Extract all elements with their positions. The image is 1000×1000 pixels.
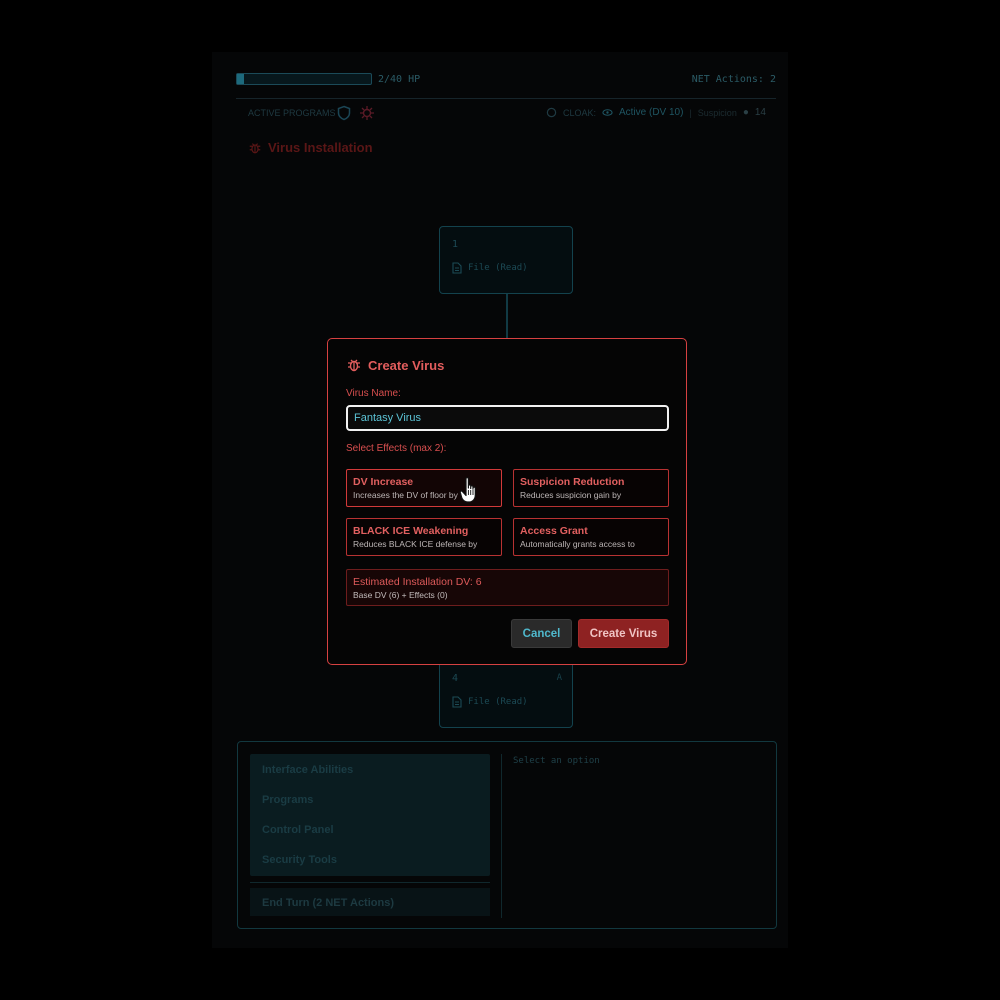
estimated-dv-box: Estimated Installation DV: 6 Base DV (6)… (346, 569, 669, 606)
end-turn-button[interactable]: End Turn (2 NET Actions) (250, 888, 490, 916)
suspicion-label: Suspicion (697, 107, 737, 118)
bug-icon (348, 359, 360, 372)
virus-program-icon[interactable] (359, 105, 375, 121)
node-file: File (Read) (452, 696, 528, 708)
detail-placeholder: Select an option (513, 756, 600, 766)
dialog-title: Create Virus (368, 357, 445, 373)
menu-item-security-tools[interactable]: Security Tools (262, 854, 337, 866)
divider (501, 754, 502, 918)
divider (236, 98, 776, 99)
dialog-title-row: Create Virus (346, 357, 444, 373)
effect-access-grant[interactable]: Access Grant Automatically grants access… (513, 518, 669, 556)
node-number: 4 (452, 673, 459, 684)
hand-cursor-icon (459, 477, 476, 503)
estimated-dv-title: Estimated Installation DV: 6 (353, 576, 482, 588)
cloak-label: CLOAK: (562, 107, 596, 118)
active-programs-label: ACTIVE PROGRAMS (248, 108, 336, 118)
file-icon (452, 696, 462, 708)
cloak-icon (546, 107, 557, 118)
virus-name-label: Virus Name: (346, 388, 401, 399)
effect-title: Suspicion Reduction (520, 476, 625, 488)
hp-bar (236, 73, 372, 85)
bug-icon (249, 142, 261, 153)
node-file-label: File (Read) (468, 263, 528, 273)
node-corner-label: A (556, 673, 562, 683)
cancel-button[interactable]: Cancel (511, 619, 572, 648)
section-title-row: Virus Installation (248, 140, 373, 155)
cloak-status: Active (DV 10) (618, 107, 684, 118)
effect-description: Reduces BLACK ICE defense by (353, 539, 478, 549)
hp-bar-fill (237, 74, 244, 84)
node-file-label: File (Read) (468, 697, 528, 707)
shield-icon[interactable] (336, 105, 352, 121)
action-panel: Interface Abilities Programs Control Pan… (237, 741, 777, 929)
menu-item-programs[interactable]: Programs (262, 794, 313, 806)
create-virus-dialog: Create Virus Virus Name: Select Effects … (327, 338, 687, 665)
menu-item-interface-abilities[interactable]: Interface Abilities (262, 764, 353, 776)
effect-description: Reduces suspicion gain by (520, 490, 622, 500)
file-icon (452, 262, 462, 274)
cloak-status-row: CLOAK: Active (DV 10) | Suspicion ● 14 (546, 107, 766, 118)
effect-suspicion-reduction[interactable]: Suspicion Reduction Reduces suspicion ga… (513, 469, 669, 507)
divider (250, 882, 490, 883)
effect-title: BLACK ICE Weakening (353, 525, 469, 537)
node-number: 1 (452, 239, 459, 250)
network-node[interactable]: 4 A File (Read) (439, 660, 573, 728)
effect-description: Automatically grants access to (520, 539, 635, 549)
node-link-line (506, 294, 508, 340)
create-virus-button[interactable]: Create Virus (578, 619, 669, 648)
effects-label: Select Effects (max 2): (346, 443, 447, 454)
suspicion-dot-icon: ● (742, 107, 749, 118)
separator: | (689, 107, 692, 118)
effect-title: Access Grant (520, 525, 588, 537)
network-node[interactable]: 1 File (Read) (439, 226, 573, 294)
net-actions-counter: NET Actions: 2 (691, 74, 776, 85)
action-menu: Interface Abilities Programs Control Pan… (250, 754, 490, 876)
hp-text: 2/40 HP (378, 74, 421, 85)
effect-black-ice-weakening[interactable]: BLACK ICE Weakening Reduces BLACK ICE de… (346, 518, 502, 556)
menu-item-control-panel[interactable]: Control Panel (262, 824, 334, 836)
virus-name-input[interactable] (346, 405, 669, 431)
section-title: Virus Installation (268, 140, 373, 155)
estimated-dv-detail: Base DV (6) + Effects (0) (353, 590, 448, 600)
suspicion-value: 14 (754, 107, 766, 118)
eye-icon (602, 109, 613, 116)
node-file: File (Read) (452, 262, 528, 274)
